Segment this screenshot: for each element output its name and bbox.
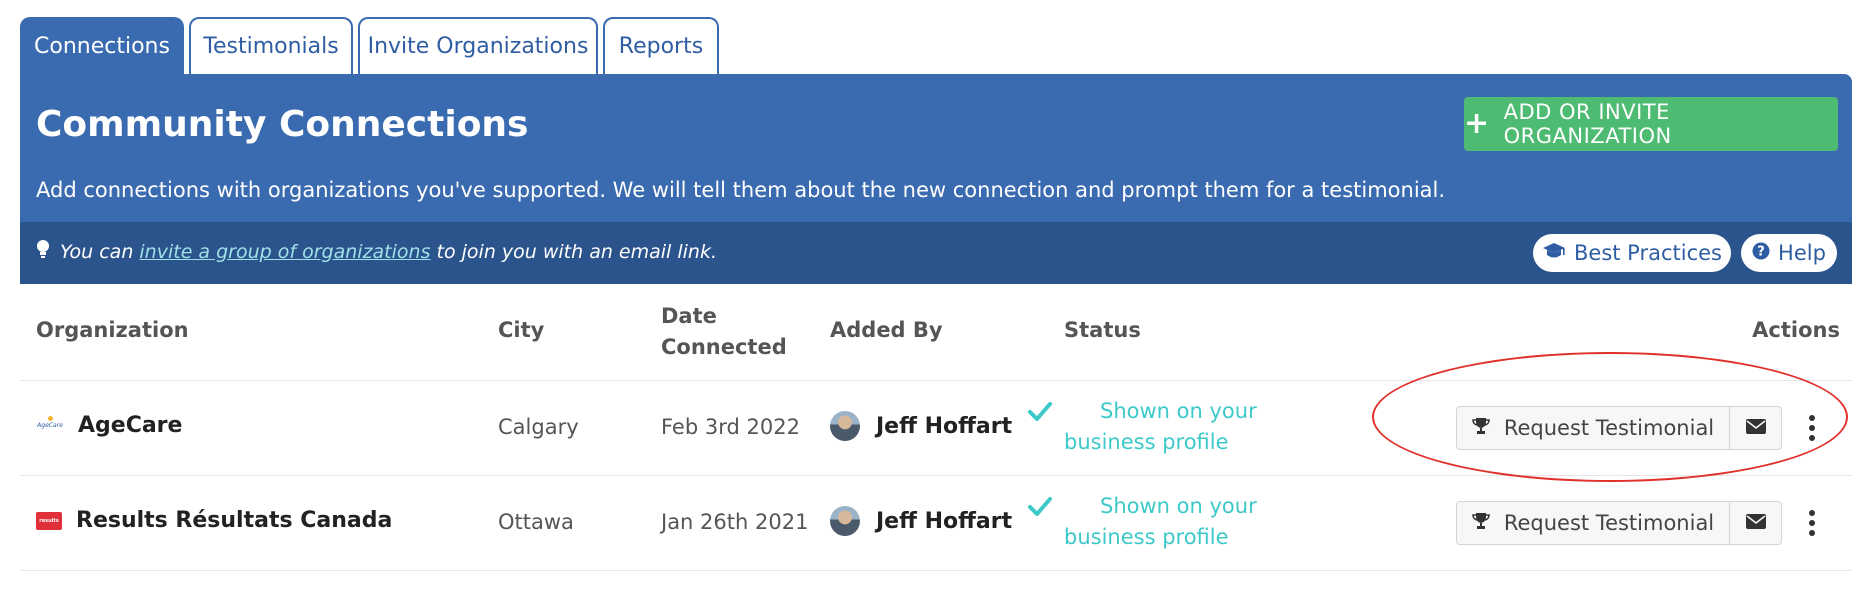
request-testimonial-label: Request Testimonial [1503, 511, 1715, 535]
agecare-logo: AgeCare [36, 415, 64, 436]
check-icon [1028, 494, 1052, 525]
column-city[interactable]: City [498, 318, 544, 342]
invite-tip: You can invite a group of organizations … [36, 239, 717, 264]
organization-cell: results Results Résultats Canada [36, 508, 392, 533]
column-actions: Actions [1752, 318, 1840, 342]
added-by-cell: Jeff Hoffart [830, 506, 1012, 536]
avatar [830, 506, 860, 536]
status-text: Shown on your business profile [1064, 494, 1257, 549]
tab-invite-organizations[interactable]: Invite Organizations [358, 17, 598, 74]
graduation-cap-icon [1542, 241, 1566, 265]
add-or-invite-organization-button[interactable]: + ADD OR INVITE ORGANIZATION [1464, 97, 1838, 151]
table-header: Organization City Date Connected Added B… [20, 284, 1852, 381]
more-actions-menu[interactable] [1802, 406, 1822, 450]
tab-connections[interactable]: Connections [20, 17, 184, 74]
status-text: Shown on your business profile [1064, 399, 1257, 454]
trophy-icon [1472, 511, 1490, 535]
results-logo: results [36, 511, 62, 530]
city-cell: Calgary [498, 415, 579, 439]
table-row: results Results Résultats Canada Ottawa … [20, 476, 1852, 571]
request-testimonial-button[interactable]: Request Testimonial [1456, 406, 1730, 450]
envelope-icon [1745, 513, 1766, 533]
date-cell: Feb 3rd 2022 [661, 415, 800, 439]
column-status[interactable]: Status [1064, 318, 1141, 342]
help-button[interactable]: ? Help [1741, 234, 1837, 272]
help-label: Help [1778, 241, 1826, 265]
vertical-ellipsis-icon [1809, 415, 1815, 421]
email-button[interactable] [1730, 406, 1782, 450]
page-description: Add connections with organizations you'v… [36, 178, 1446, 202]
tip-prefix: You can [60, 240, 140, 263]
request-testimonial-label: Request Testimonial [1503, 416, 1715, 440]
vertical-ellipsis-icon [1809, 510, 1815, 516]
table-row: AgeCare AgeCare Calgary Feb 3rd 2022 Jef… [20, 381, 1852, 476]
svg-text:?: ? [1757, 245, 1765, 260]
request-testimonial-button[interactable]: Request Testimonial [1456, 501, 1730, 545]
added-by-name[interactable]: Jeff Hoffart [876, 509, 1012, 534]
added-by-cell: Jeff Hoffart [830, 411, 1012, 441]
tab-bar: Connections Testimonials Invite Organiza… [20, 0, 1852, 74]
page: Connections Testimonials Invite Organiza… [20, 0, 1852, 571]
tip-suffix: to join you with an email link. [430, 240, 718, 263]
best-practices-button[interactable]: Best Practices [1533, 234, 1731, 272]
status-cell: Shown on your business profile [1028, 396, 1354, 458]
plus-icon: + [1464, 106, 1490, 141]
best-practices-label: Best Practices [1574, 241, 1722, 265]
add-button-label: ADD OR INVITE ORGANIZATION [1503, 100, 1672, 148]
envelope-icon [1745, 418, 1766, 438]
invite-group-link[interactable]: invite a group of organizations [139, 241, 430, 263]
avatar [830, 411, 860, 441]
page-title: Community Connections [36, 104, 529, 145]
column-organization[interactable]: Organization [36, 318, 189, 342]
email-button[interactable] [1730, 501, 1782, 545]
more-actions-menu[interactable] [1802, 501, 1822, 545]
tab-testimonials[interactable]: Testimonials [189, 17, 353, 74]
tab-reports[interactable]: Reports [603, 17, 719, 74]
lightbulb-icon [36, 239, 50, 264]
organization-name[interactable]: AgeCare [78, 413, 182, 438]
city-cell: Ottawa [498, 510, 574, 534]
added-by-name[interactable]: Jeff Hoffart [876, 414, 1012, 439]
organization-name[interactable]: Results Résultats Canada [76, 508, 392, 533]
column-date-connected[interactable]: Date Connected [661, 301, 787, 363]
check-icon [1028, 399, 1052, 430]
info-bar: You can invite a group of organizations … [20, 222, 1852, 284]
question-circle-icon: ? [1752, 241, 1770, 265]
page-header: Community Connections + ADD OR INVITE OR… [20, 74, 1852, 222]
status-cell: Shown on your business profile [1028, 491, 1354, 553]
column-added-by[interactable]: Added By [830, 318, 943, 342]
organization-cell: AgeCare AgeCare [36, 413, 182, 438]
date-cell: Jan 26th 2021 [661, 510, 809, 534]
trophy-icon [1472, 416, 1490, 440]
